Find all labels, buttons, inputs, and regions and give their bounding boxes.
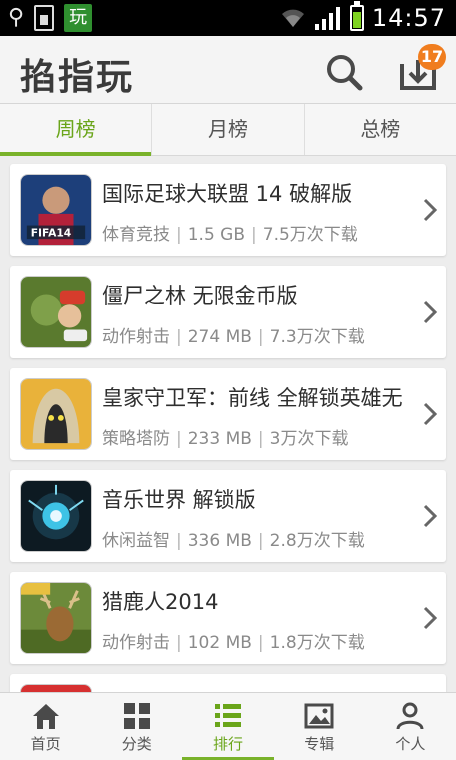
search-icon[interactable] <box>322 50 366 94</box>
app-header: 掐指玩 17 <box>0 36 456 104</box>
clock: 14:57 <box>371 4 446 32</box>
app-downloads: 2.8万次下载 <box>269 531 365 551</box>
nav-personal[interactable]: 个人 <box>365 693 456 760</box>
app-meta: 动作射击 | 102 MB | 1.8万次下载 <box>102 628 365 653</box>
sim-icon <box>34 5 55 31</box>
app-size: 102 MB <box>187 633 252 653</box>
fifa14-game-icon: FIFA14 <box>20 174 92 246</box>
meta-divider: | <box>257 531 264 551</box>
deer-hunter-game-icon <box>20 582 92 654</box>
status-bar-left: ⚲ 玩 <box>8 4 93 32</box>
app-list-item[interactable]: 皇家守卫军：前线 全解锁英雄无 策略塔防 | 233 MB | 3万次下载 <box>10 368 446 460</box>
app-category: 动作射击 <box>102 327 170 347</box>
app-meta: 动作射击 | 274 MB | 7.3万次下载 <box>102 322 365 347</box>
music-world-game-icon <box>20 480 92 552</box>
app-name: 皇家守卫军：前线 全解锁英雄无 <box>102 386 403 410</box>
bottom-nav: 首页 分类 排行 专辑 个人 <box>0 692 456 760</box>
download-count-badge: 17 <box>418 44 446 70</box>
app-size: 336 MB <box>187 531 252 551</box>
app-meta: 休闲益智 | 336 MB | 2.8万次下载 <box>102 526 365 551</box>
meta-divider: | <box>257 633 264 653</box>
app-downloads: 1.8万次下载 <box>269 633 365 653</box>
app-size: 233 MB <box>187 429 252 449</box>
app-category: 动作射击 <box>102 633 170 653</box>
meta-divider: | <box>176 429 182 449</box>
nav-label: 排行 <box>213 735 244 753</box>
nav-home[interactable]: 首页 <box>0 693 91 760</box>
meta-divider: | <box>251 225 257 245</box>
person-icon <box>396 702 424 730</box>
chevron-right-icon <box>423 300 438 324</box>
list-icon <box>215 704 241 727</box>
app-list-item[interactable]: FIFA14 国际足球大联盟 14 破解版 体育竞技 | 1.5 GB | 7.5万次下… <box>10 164 446 256</box>
nav-label: 分类 <box>121 735 152 753</box>
chevron-right-icon <box>423 504 438 528</box>
app-meta: 策略塔防 | 233 MB | 3万次下载 <box>102 424 348 449</box>
nav-label: 首页 <box>30 735 61 753</box>
app-category: 策略塔防 <box>102 429 170 449</box>
chevron-right-icon <box>423 402 438 426</box>
app-name: 音乐世界 解锁版 <box>102 488 256 512</box>
app-category: 休闲益智 <box>102 531 170 551</box>
meta-divider: | <box>257 429 264 449</box>
zombie-forest-game-icon <box>20 276 92 348</box>
app-name: 国际足球大联盟 14 破解版 <box>102 182 353 206</box>
app-category: 体育竞技 <box>102 225 170 245</box>
tab-all-time[interactable]: 总榜 <box>303 104 456 155</box>
nav-categories[interactable]: 分类 <box>91 693 182 760</box>
game-icon <box>20 684 92 692</box>
kingdom-rush-game-icon <box>20 378 92 450</box>
app-list-item[interactable]: 音乐世界 解锁版 休闲益智 | 336 MB | 2.8万次下载 <box>10 470 446 562</box>
app-badge-icon: 玩 <box>64 4 93 32</box>
app-downloads: 7.3万次下载 <box>269 327 365 347</box>
status-bar: ⚲ 玩 14:57 <box>0 0 456 36</box>
meta-divider: | <box>176 327 182 347</box>
signal-icon <box>314 7 340 30</box>
svg-text:FIFA14: FIFA14 <box>31 226 72 239</box>
app-name: 猎鹿人2014 <box>102 590 219 614</box>
status-bar-right: 14:57 <box>280 0 446 36</box>
chevron-right-icon <box>423 198 438 222</box>
app-downloads: 3万次下载 <box>269 429 349 449</box>
app-meta: 体育竞技 | 1.5 GB | 7.5万次下载 <box>102 220 358 245</box>
nav-label: 专辑 <box>304 735 335 753</box>
home-icon <box>32 704 59 729</box>
battery-charging-icon <box>349 1 364 31</box>
app-downloads: 7.5万次下载 <box>262 225 358 245</box>
app-title: 掐指玩 <box>20 57 135 98</box>
app-size: 274 MB <box>187 327 252 347</box>
meta-divider: | <box>176 531 182 551</box>
chevron-right-icon <box>423 606 438 630</box>
meta-divider: | <box>176 225 182 245</box>
usb-icon: ⚲ <box>8 5 25 30</box>
meta-divider: | <box>176 633 182 653</box>
app-list-item[interactable]: 猎鹿人2014 动作射击 | 102 MB | 1.8万次下载 <box>10 572 446 664</box>
app-name: 僵尸之林 无限金币版 <box>102 284 298 308</box>
app-list: FIFA14 国际足球大联盟 14 破解版 体育竞技 | 1.5 GB | 7.5万次下… <box>0 156 456 692</box>
nav-ranking[interactable]: 排行 <box>182 693 274 760</box>
app-size: 1.5 GB <box>187 225 246 245</box>
nav-albums[interactable]: 专辑 <box>274 693 365 760</box>
grid-icon <box>123 703 150 729</box>
ranking-tabs: 周榜 月榜 总榜 <box>0 104 456 156</box>
app-list-item[interactable] <box>10 674 446 692</box>
tab-monthly[interactable]: 月榜 <box>151 104 303 155</box>
wifi-icon <box>281 9 304 27</box>
meta-divider: | <box>257 327 264 347</box>
nav-label: 个人 <box>395 735 426 753</box>
app-list-item[interactable]: 僵尸之林 无限金币版 动作射击 | 274 MB | 7.3万次下载 <box>10 266 446 358</box>
tab-weekly[interactable]: 周榜 <box>0 104 152 156</box>
album-icon <box>304 703 334 729</box>
